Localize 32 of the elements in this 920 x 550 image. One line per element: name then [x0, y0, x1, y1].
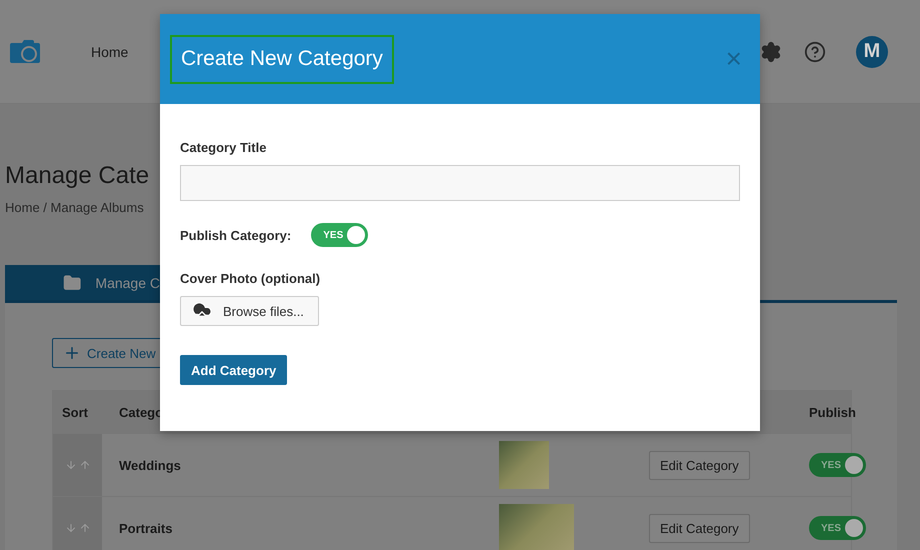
arrow-up-icon[interactable] [78, 522, 90, 534]
tab[interactable]: Manage C [5, 265, 160, 300]
publish-toggle[interactable]: YES [809, 516, 866, 540]
arrow-down-icon[interactable] [64, 459, 76, 471]
page-title: Manage Cate [5, 162, 150, 190]
help-icon[interactable] [804, 40, 826, 62]
camera-logo-icon[interactable] [10, 38, 40, 64]
arrow-down-icon[interactable] [64, 522, 76, 534]
input-field[interactable] [180, 165, 740, 201]
field-label: Cover Photo (optional) [180, 271, 320, 286]
category-title: Weddings [118, 458, 182, 472]
modal-title: Create New Category [170, 34, 394, 84]
column-header: Publish [809, 404, 856, 420]
breadcrumb: Home / Manage Albums [5, 200, 144, 215]
photo-placeholder [499, 441, 549, 489]
user-avatar[interactable]: M [856, 36, 888, 68]
edit-category-button[interactable]: Edit Category [649, 514, 750, 542]
browse-files-button[interactable]: Browse files... [180, 296, 319, 326]
column-header: Sort [61, 404, 89, 420]
arrow-up-icon[interactable] [78, 459, 90, 471]
field-label: Publish Category: [180, 228, 292, 242]
edit-category-button[interactable]: Edit Category [649, 450, 750, 480]
publish-toggle[interactable]: YES [809, 453, 866, 477]
cloud-upload-icon [191, 300, 213, 322]
folder-icon [63, 272, 82, 292]
add-category-button[interactable]: Add Category [180, 355, 288, 385]
category-title: Portraits [118, 520, 174, 536]
publish-toggle[interactable]: YES [311, 223, 368, 247]
plus-icon [63, 344, 81, 362]
nav-link[interactable]: Home [91, 44, 128, 60]
field-label: Category Title [180, 140, 266, 155]
settings-icon[interactable] [760, 40, 782, 62]
